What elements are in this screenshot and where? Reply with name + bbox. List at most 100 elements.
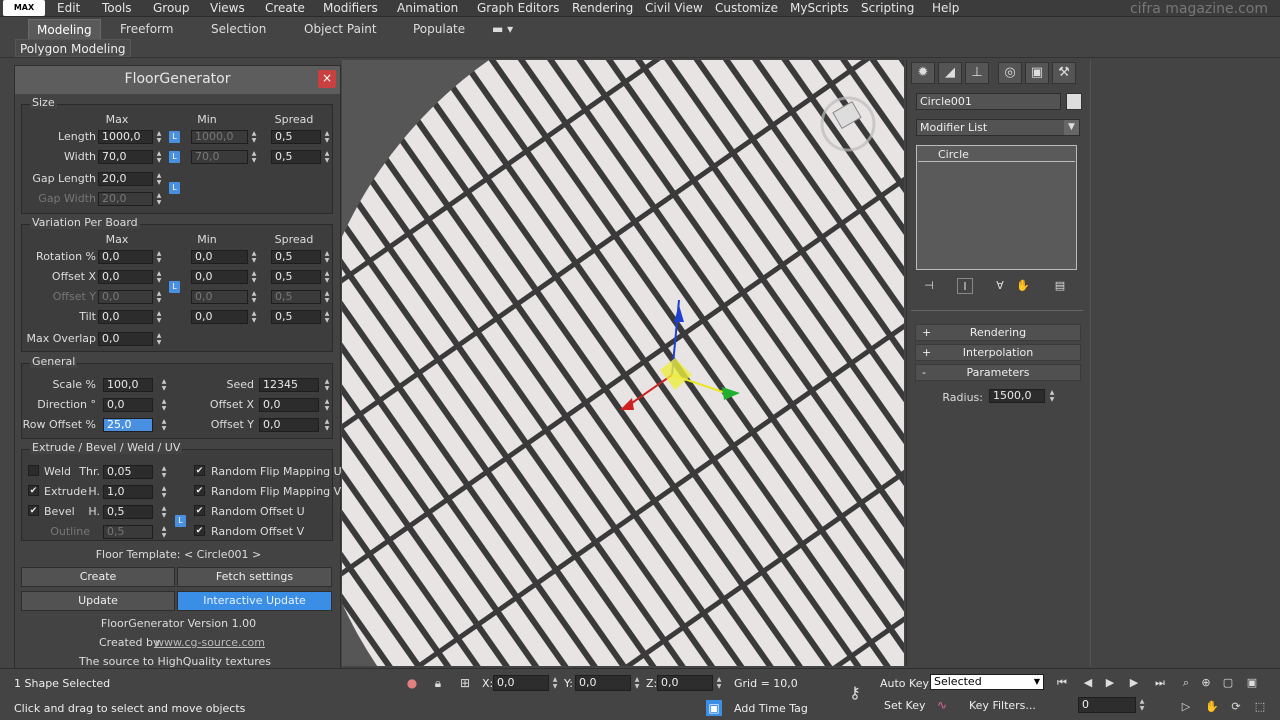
z-coord-field[interactable]: 0,0	[657, 675, 713, 691]
offset-x-min-spinner[interactable]: ▲ ▼	[250, 270, 258, 284]
length-min-spinner[interactable]: ▲ ▼	[250, 130, 258, 144]
row-offset-field[interactable]: 25,0	[103, 418, 153, 432]
menu-scripting[interactable]: Scripting	[861, 0, 914, 17]
zoom-all-icon[interactable]: ⊕	[1198, 675, 1214, 691]
hierarchy-tab-icon[interactable]: ⊥	[965, 62, 989, 84]
offset-x-max-field[interactable]: 0,0	[98, 270, 153, 284]
modifier-list-dropdown[interactable]: Modifier List	[916, 119, 1080, 136]
general-offset-y-spinner[interactable]: ▲ ▼	[323, 418, 331, 432]
width-min-spinner[interactable]: ▲ ▼	[250, 150, 258, 164]
thr-field[interactable]: 0,05	[103, 465, 153, 479]
general-offset-x-field[interactable]: 0,0	[259, 398, 319, 412]
set-key-button[interactable]: Set Key	[884, 699, 926, 712]
bevel-h-spinner[interactable]: ▲ ▼	[160, 505, 168, 519]
utilities-tab-icon[interactable]: ⚒	[1052, 62, 1076, 84]
gap-width-spinner[interactable]: ▲ ▼	[155, 192, 163, 206]
stack-item-circle[interactable]: Circle	[918, 147, 1075, 162]
extrude-checkbox[interactable]: ✔	[28, 485, 39, 496]
menu-graph-editors[interactable]: Graph Editors	[477, 0, 559, 17]
width-max-spinner[interactable]: ▲ ▼	[155, 150, 163, 164]
chevron-down-icon[interactable]: ▼	[1064, 120, 1079, 135]
thr-spinner[interactable]: ▲ ▼	[160, 465, 168, 479]
length-spread-spinner[interactable]: ▲ ▼	[323, 130, 331, 144]
key-filters-button[interactable]: Key Filters...	[969, 699, 1036, 712]
offset-x-min-field[interactable]: 0,0	[191, 270, 248, 284]
time-tag-icon[interactable]: ▣	[706, 700, 722, 716]
direction-spinner[interactable]: ▲ ▼	[160, 398, 168, 412]
random-offset-u-checkbox[interactable]: ✔	[194, 505, 205, 516]
scale-spinner[interactable]: ▲ ▼	[160, 378, 168, 392]
extrude-h-field[interactable]: 1,0	[103, 485, 153, 499]
update-button[interactable]: Update	[21, 591, 175, 611]
general-offset-x-spinner[interactable]: ▲ ▼	[323, 398, 331, 412]
rotation-spread-spinner[interactable]: ▲ ▼	[323, 250, 331, 264]
tilt-min-field[interactable]: 0,0	[191, 310, 248, 324]
width-lock-button[interactable]: L	[169, 151, 180, 163]
show-end-result-icon[interactable]: Ι	[957, 278, 973, 294]
transform-type-in-icon[interactable]: ⊞	[457, 675, 473, 691]
rotation-min-field[interactable]: 0,0	[191, 250, 248, 264]
random-flip-v-checkbox[interactable]: ✔	[194, 485, 205, 496]
gap-width-field[interactable]: 20,0	[98, 192, 153, 206]
menu-modifiers[interactable]: Modifiers	[323, 0, 378, 17]
length-max-field[interactable]: 1000,0	[98, 130, 153, 144]
chevron-down-icon[interactable]: ▼	[1031, 675, 1043, 689]
make-unique-icon[interactable]: ∀	[992, 278, 1008, 294]
offset-y-max-field[interactable]: 0,0	[98, 290, 153, 304]
width-spread-spinner[interactable]: ▲ ▼	[323, 150, 331, 164]
offset-y-spread-field[interactable]: 0,5	[271, 290, 321, 304]
length-spread-field[interactable]: 0,5	[271, 130, 321, 144]
frame-spinner[interactable]: ▲ ▼	[1138, 698, 1146, 712]
menu-help[interactable]: Help	[932, 0, 959, 17]
object-color-swatch[interactable]	[1066, 93, 1082, 110]
direction-field[interactable]: 0,0	[103, 398, 153, 412]
rotation-min-spinner[interactable]: ▲ ▼	[250, 250, 258, 264]
row-offset-spinner[interactable]: ▲ ▼	[160, 418, 168, 432]
offset-y-min-spinner[interactable]: ▲ ▼	[250, 290, 258, 304]
weld-checkbox[interactable]	[28, 465, 39, 476]
ribbon-options-icon[interactable]: ▬ ▾	[484, 19, 521, 39]
curve-editor-icon[interactable]: ∿	[932, 697, 952, 713]
menu-myscripts[interactable]: MyScripts	[790, 0, 849, 17]
modify-tab-icon[interactable]: ◢	[938, 62, 962, 84]
fetch-settings-button[interactable]: Fetch settings	[177, 567, 332, 587]
tab-modeling[interactable]: Modeling	[28, 19, 101, 39]
viewport[interactable]	[342, 60, 904, 666]
zoom-icon[interactable]: ⌕	[1178, 675, 1194, 691]
offset-lock-button[interactable]: L	[169, 281, 180, 293]
menu-rendering[interactable]: Rendering	[572, 0, 633, 17]
modifier-stack[interactable]: Circle	[916, 145, 1077, 270]
add-time-tag-button[interactable]: Add Time Tag	[734, 702, 808, 715]
extrude-h-spinner[interactable]: ▲ ▼	[160, 485, 168, 499]
gap-length-spinner[interactable]: ▲ ▼	[155, 172, 163, 186]
prev-frame-icon[interactable]: ◀	[1080, 675, 1096, 691]
max-overlap-spinner[interactable]: ▲ ▼	[155, 332, 163, 346]
display-tab-icon[interactable]: ▣	[1025, 62, 1049, 84]
offset-x-spread-spinner[interactable]: ▲ ▼	[323, 270, 331, 284]
tab-object-paint[interactable]: Object Paint	[296, 19, 385, 39]
key-mode-dropdown[interactable]: Selected	[930, 674, 1044, 690]
next-frame-icon[interactable]: ▶	[1126, 675, 1142, 691]
menu-civil-view[interactable]: Civil View	[645, 0, 703, 17]
menu-views[interactable]: Views	[210, 0, 245, 17]
zoom-extents-icon[interactable]: ▢	[1220, 675, 1236, 691]
rollout-parameters[interactable]: - Parameters	[915, 364, 1081, 381]
menu-create[interactable]: Create	[265, 0, 305, 17]
bevel-lock-button[interactable]: L	[175, 515, 186, 527]
offset-x-max-spinner[interactable]: ▲ ▼	[155, 270, 163, 284]
offset-x-spread-field[interactable]: 0,5	[271, 270, 321, 284]
pan-icon[interactable]: ✋	[1204, 699, 1220, 715]
bevel-h-field[interactable]: 0,5	[103, 505, 153, 519]
create-button[interactable]: Create	[21, 567, 175, 587]
menu-tools[interactable]: Tools	[102, 0, 132, 17]
z-spinner[interactable]: ▲ ▼	[715, 676, 723, 690]
random-offset-v-checkbox[interactable]: ✔	[194, 525, 205, 536]
general-offset-y-field[interactable]: 0,0	[259, 418, 319, 432]
max-overlap-field[interactable]: 0,0	[98, 332, 153, 346]
width-spread-field[interactable]: 0,5	[271, 150, 321, 164]
menu-edit[interactable]: Edit	[57, 0, 80, 17]
interactive-update-button[interactable]: Interactive Update	[177, 591, 332, 611]
outline-field[interactable]: 0,5	[103, 525, 153, 539]
lock-icon[interactable]: 🔒︎	[430, 675, 446, 691]
rotation-spread-field[interactable]: 0,5	[271, 250, 321, 264]
